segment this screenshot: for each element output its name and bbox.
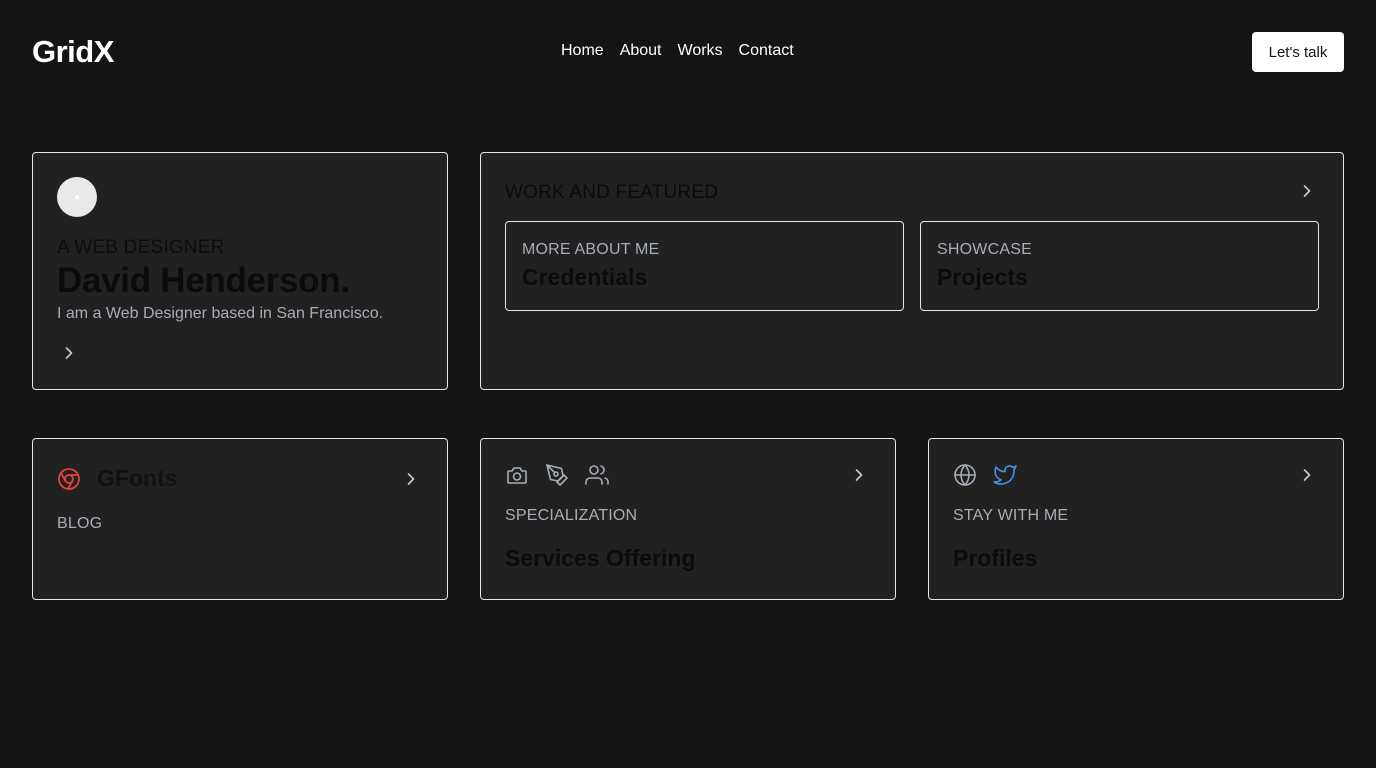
pen-tool-icon xyxy=(545,463,569,487)
profile-name: David Henderson. xyxy=(57,261,350,300)
profile-eyebrow: A WEB DESIGNER xyxy=(57,237,225,258)
profile-bio: I am a Web Designer based in San Francis… xyxy=(57,305,384,322)
chevron-right-icon[interactable] xyxy=(1297,465,1317,485)
users-icon xyxy=(585,463,609,487)
services-card[interactable]: SPECIALIZATION Services Offering xyxy=(480,438,896,600)
projects-card[interactable]: SHOWCASE Projects xyxy=(920,221,1319,311)
profile-card[interactable]: A WEB DESIGNER David Henderson. I am a W… xyxy=(32,152,448,390)
work-featured-title: WORK AND FEATURED xyxy=(505,182,719,203)
camera-icon xyxy=(505,463,529,487)
profiles-eyebrow: STAY WITH ME xyxy=(953,507,1069,524)
services-eyebrow: SPECIALIZATION xyxy=(505,507,638,524)
projects-eyebrow: SHOWCASE xyxy=(937,241,1032,258)
main-nav: Home About Works Contact xyxy=(561,42,794,60)
projects-title: Projects xyxy=(937,264,1028,290)
nav-contact[interactable]: Contact xyxy=(739,42,794,60)
profiles-card[interactable]: STAY WITH ME Profiles xyxy=(928,438,1344,600)
work-featured-card: WORK AND FEATURED MORE ABOUT ME Credenti… xyxy=(480,152,1344,390)
gfonts-card[interactable]: GFonts BLOG xyxy=(32,438,448,600)
chevron-right-icon[interactable] xyxy=(849,465,869,485)
services-title: Services Offering xyxy=(505,545,696,571)
logo[interactable]: GridX xyxy=(32,34,114,70)
chevron-right-icon[interactable] xyxy=(1297,181,1317,201)
globe-icon xyxy=(953,463,977,487)
nav-home[interactable]: Home xyxy=(561,42,604,60)
avatar xyxy=(57,177,97,217)
gfonts-subtitle: BLOG xyxy=(57,515,103,532)
gfonts-title: GFonts xyxy=(97,465,178,491)
nav-about[interactable]: About xyxy=(620,42,662,60)
credentials-eyebrow: MORE ABOUT ME xyxy=(522,241,660,258)
twitter-icon xyxy=(993,463,1017,487)
chrome-icon xyxy=(57,467,81,491)
chevron-right-icon[interactable] xyxy=(401,469,421,489)
nav-works[interactable]: Works xyxy=(678,42,723,60)
credentials-card[interactable]: MORE ABOUT ME Credentials xyxy=(505,221,904,311)
lets-talk-button[interactable]: Let's talk xyxy=(1252,32,1344,72)
chevron-right-icon[interactable] xyxy=(59,343,79,363)
credentials-title: Credentials xyxy=(522,264,648,290)
profiles-title: Profiles xyxy=(953,545,1038,571)
